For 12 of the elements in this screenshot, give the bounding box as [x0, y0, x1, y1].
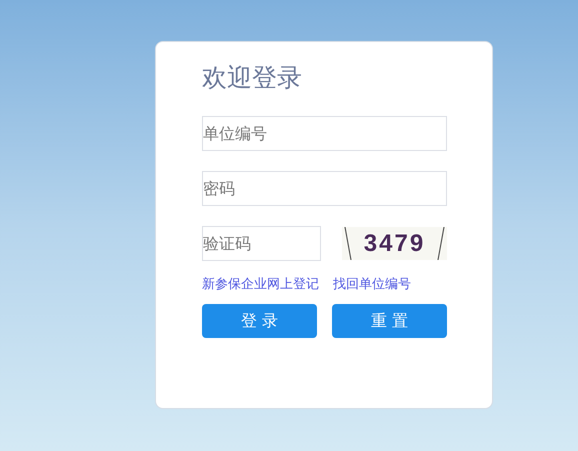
captcha-image[interactable]: 3479 [342, 227, 447, 260]
password-field[interactable]: 密码 [202, 171, 447, 206]
link[interactable]: 找回单位编号 [333, 275, 411, 294]
login-button[interactable]: 登 录 [202, 304, 317, 338]
link[interactable]: 新参保企业网上登记 [202, 275, 319, 294]
login-title: 欢迎登录 [202, 62, 302, 94]
unit-number-field[interactable]: 单位编号 [202, 116, 447, 151]
reset-button[interactable]: 重 置 [332, 304, 447, 338]
noise-line-drawing [436, 227, 445, 260]
captcha-field[interactable]: 验证码 [202, 226, 321, 261]
captcha-text: 3479 [364, 230, 426, 256]
noise-line-drawing [344, 227, 352, 260]
